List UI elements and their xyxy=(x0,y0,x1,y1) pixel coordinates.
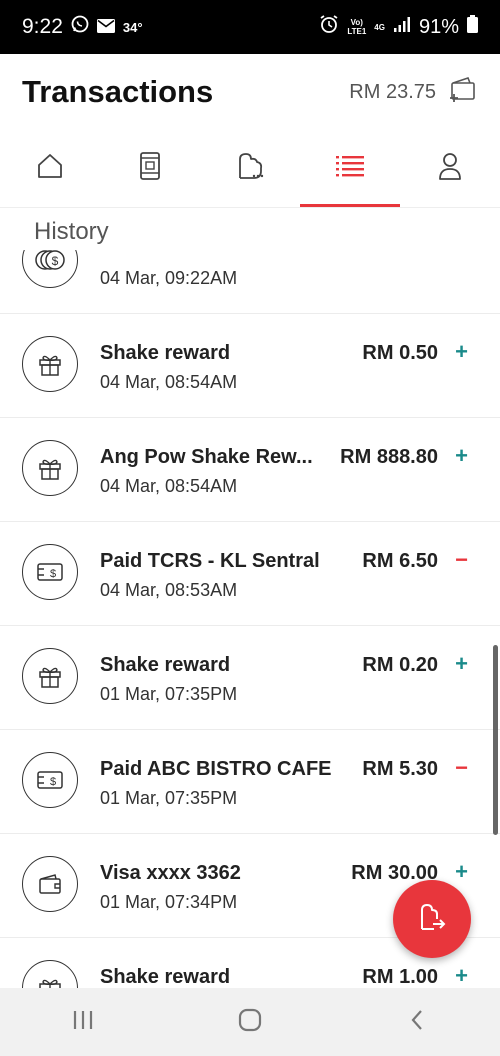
transfer-fab-button[interactable] xyxy=(393,880,471,958)
alarm-icon xyxy=(319,14,339,40)
battery-percent: 91% xyxy=(418,15,459,38)
transaction-date: 01 Mar, 07:35PM xyxy=(100,788,238,808)
shake-icon xyxy=(235,151,265,186)
tab-home[interactable] xyxy=(0,130,100,207)
transaction-title: Shake reward xyxy=(100,342,231,364)
list-item[interactable]: Shake reward 04 Mar, 08:54AM RM 0.50 + xyxy=(0,314,500,418)
tab-transactions[interactable] xyxy=(300,130,400,207)
transaction-date: 04 Mar, 08:53AM xyxy=(100,580,238,600)
transaction-amount: RM 888.80 xyxy=(340,446,438,468)
transaction-date: 01 Mar, 07:35PM xyxy=(100,684,238,704)
history-heading: History xyxy=(34,218,109,245)
transaction-title: Visa xxxx 3362 xyxy=(100,862,241,884)
network-lte: LTE1 xyxy=(347,27,367,36)
tab-phone[interactable] xyxy=(100,130,200,207)
transaction-date: 04 Mar, 08:54AM xyxy=(100,372,238,392)
network-volte: Vo) xyxy=(350,18,363,27)
list-item[interactable]: $ Paid TCRS - KL Sentral 04 Mar, 08:53AM… xyxy=(0,522,500,626)
debit-sign: − xyxy=(455,547,468,572)
transaction-amount: RM 0.20 xyxy=(362,654,438,676)
transaction-amount: RM 6.50 xyxy=(362,550,438,572)
list-item[interactable]: Ang Pow Shake Rew... 04 Mar, 08:54AM RM … xyxy=(0,418,500,522)
battery-icon xyxy=(467,15,478,39)
svg-text:$: $ xyxy=(50,776,56,788)
svg-text:$: $ xyxy=(50,568,56,580)
transfer-icon xyxy=(417,902,447,937)
app-header: Transactions RM 23.75 xyxy=(0,54,500,130)
transaction-title: Paid TCRS - KL Sentral xyxy=(100,550,320,572)
debit-sign: − xyxy=(455,755,468,780)
gift-icon xyxy=(22,336,78,392)
list-item[interactable]: Shake reward 01 Mar, 07:35PM RM 0.20 + xyxy=(0,626,500,730)
network-type: 4G xyxy=(374,22,385,32)
signal-icon xyxy=(393,16,411,39)
whatsapp-icon xyxy=(71,15,89,39)
wallet-icon xyxy=(22,856,78,912)
home-button[interactable] xyxy=(220,992,280,1052)
mail-icon xyxy=(96,16,115,39)
payment-icon: $ xyxy=(22,752,78,808)
transaction-title: Paid ABC BISTRO CAFE xyxy=(100,758,332,780)
coins-icon: $ xyxy=(22,250,78,288)
credit-sign: + xyxy=(455,651,468,676)
transaction-date: 04 Mar, 08:54AM xyxy=(100,476,238,496)
status-time: 9:22 xyxy=(22,15,63,38)
home-icon xyxy=(36,152,64,185)
svg-text:$: $ xyxy=(52,254,59,268)
tab-profile[interactable] xyxy=(400,130,500,207)
transaction-amount: RM 1.00 xyxy=(362,966,438,988)
recent-apps-button[interactable] xyxy=(53,992,113,1052)
gift-icon xyxy=(22,960,78,988)
transaction-title: Ang Pow Shake Rew... xyxy=(100,446,313,468)
list-item[interactable]: $ Paid ABC BISTRO CAFE 01 Mar, 07:35PM R… xyxy=(0,730,500,834)
transaction-date: 04 Mar, 09:22AM xyxy=(100,268,238,288)
gift-icon xyxy=(22,440,78,496)
transaction-list[interactable]: $ 04 Mar, 09:22AM Shake reward 04 Mar, 0… xyxy=(0,250,500,988)
system-nav-bar xyxy=(0,988,500,1056)
balance-amount: RM 23.75 xyxy=(349,80,436,103)
phone-icon xyxy=(138,151,162,186)
profile-icon xyxy=(437,151,463,186)
list-item[interactable]: $ 04 Mar, 09:22AM xyxy=(0,250,500,314)
tab-shake[interactable] xyxy=(200,130,300,207)
page-title: Transactions xyxy=(22,74,214,109)
home-circle-icon xyxy=(238,1008,262,1037)
transaction-date: 01 Mar, 07:34PM xyxy=(100,892,238,912)
status-temperature: 34° xyxy=(122,19,143,35)
status-bar: 9:22 34° Vo) LTE1 4G 91% xyxy=(0,0,500,54)
recent-apps-icon xyxy=(72,1009,94,1036)
credit-sign: + xyxy=(455,859,468,884)
reload-wallet-icon[interactable] xyxy=(448,75,478,110)
transaction-title: Shake reward xyxy=(100,966,231,988)
back-icon xyxy=(409,1008,425,1037)
transaction-amount: RM 0.50 xyxy=(362,342,438,364)
transaction-title: Shake reward xyxy=(100,654,231,676)
back-button[interactable] xyxy=(387,992,447,1052)
list-icon xyxy=(335,154,365,183)
network-label: Vo) LTE1 xyxy=(347,18,366,36)
scrollbar[interactable] xyxy=(493,645,498,835)
transaction-amount: RM 5.30 xyxy=(362,758,438,780)
gift-icon xyxy=(22,648,78,704)
payment-icon: $ xyxy=(22,544,78,600)
credit-sign: + xyxy=(455,963,468,988)
credit-sign: + xyxy=(455,443,468,468)
credit-sign: + xyxy=(455,339,468,364)
tab-bar xyxy=(0,130,500,208)
